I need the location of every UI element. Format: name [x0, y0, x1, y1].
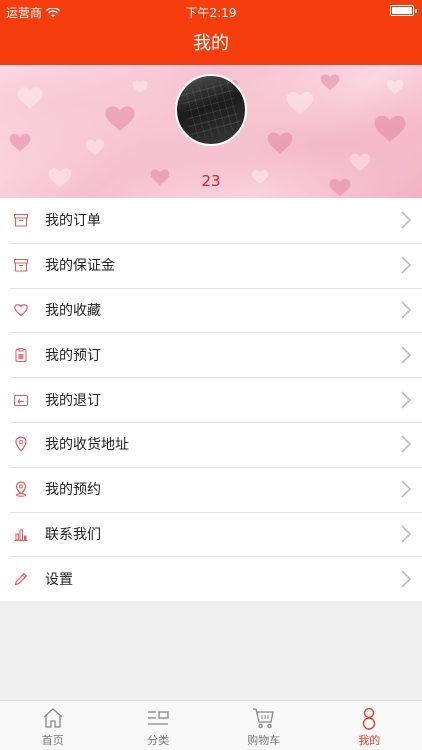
page-title: 我的: [0, 22, 422, 65]
chevron-right-icon: [401, 525, 412, 543]
tab-bar: 首页 分类 购物车 我的: [0, 700, 422, 750]
status-time: 下午2:19: [185, 6, 237, 20]
clipboard-icon: [13, 347, 29, 363]
home-icon: [43, 708, 63, 728]
category-icon: [148, 711, 169, 725]
heart-icon: [13, 302, 29, 318]
menu-item-label: 设置: [45, 571, 73, 588]
location-pin-icon: [13, 481, 29, 497]
menu-item-label: 我的订单: [45, 213, 101, 230]
chevron-right-icon: [401, 480, 412, 498]
menu-item-favorites[interactable]: 我的收藏: [0, 287, 422, 333]
profile-banner: 23: [0, 65, 422, 198]
chevron-right-icon: [401, 391, 412, 409]
tab-label: 首页: [41, 734, 64, 747]
profile-count: 23: [201, 172, 221, 190]
menu-item-address[interactable]: 我的收货地址: [0, 421, 422, 467]
menu-item-cancellations[interactable]: 我的退订: [0, 377, 422, 422]
chevron-right-icon: [401, 256, 412, 274]
menu-item-orders[interactable]: 我的订单: [0, 198, 422, 243]
menu-item-label: 我的预约: [45, 482, 101, 499]
location-pin-icon: [13, 436, 29, 453]
tab-label: 我的: [358, 734, 381, 747]
person-icon: [363, 707, 376, 730]
tab-label: 购物车: [247, 734, 281, 747]
menu-item-label: 我的收货地址: [45, 437, 129, 454]
menu-item-label: 联系我们: [45, 526, 101, 543]
tab-cart[interactable]: 购物车: [211, 701, 317, 750]
chevron-right-icon: [401, 211, 412, 229]
box-icon: [13, 212, 29, 228]
chevron-right-icon: [401, 301, 412, 319]
return-icon: [13, 392, 29, 408]
battery-icon: [390, 5, 417, 16]
menu-item-label: 我的退订: [45, 392, 101, 409]
menu-item-deposit[interactable]: 我的保证金: [0, 242, 422, 288]
avatar[interactable]: [175, 74, 247, 146]
pencil-icon: [13, 571, 29, 587]
menu-item-appointments[interactable]: 我的预约: [0, 466, 422, 512]
tab-label: 分类: [147, 734, 170, 747]
menu-item-label: 我的保证金: [45, 258, 115, 275]
menu-item-label: 我的收藏: [45, 302, 101, 319]
menu-item-label: 我的预订: [45, 347, 101, 364]
menu-item-settings[interactable]: 设置: [0, 556, 422, 601]
chart-icon: [13, 526, 29, 542]
chevron-right-icon: [401, 570, 412, 588]
menu-list: 我的订单 我的保证金 我的收藏 我的预订 我的退订 我的收货地址 我的预约 联系…: [0, 198, 422, 602]
tab-home[interactable]: 首页: [0, 701, 106, 750]
tab-profile[interactable]: 我的: [317, 701, 422, 750]
status-bar: 运营商 下午2:19: [0, 0, 422, 22]
tab-category[interactable]: 分类: [106, 701, 212, 750]
archive-icon: [13, 257, 29, 273]
cart-icon: [252, 708, 274, 729]
chevron-right-icon: [401, 346, 412, 364]
menu-item-reservations[interactable]: 我的预订: [0, 332, 422, 377]
chevron-right-icon: [401, 435, 412, 453]
menu-item-contact[interactable]: 联系我们: [0, 511, 422, 557]
